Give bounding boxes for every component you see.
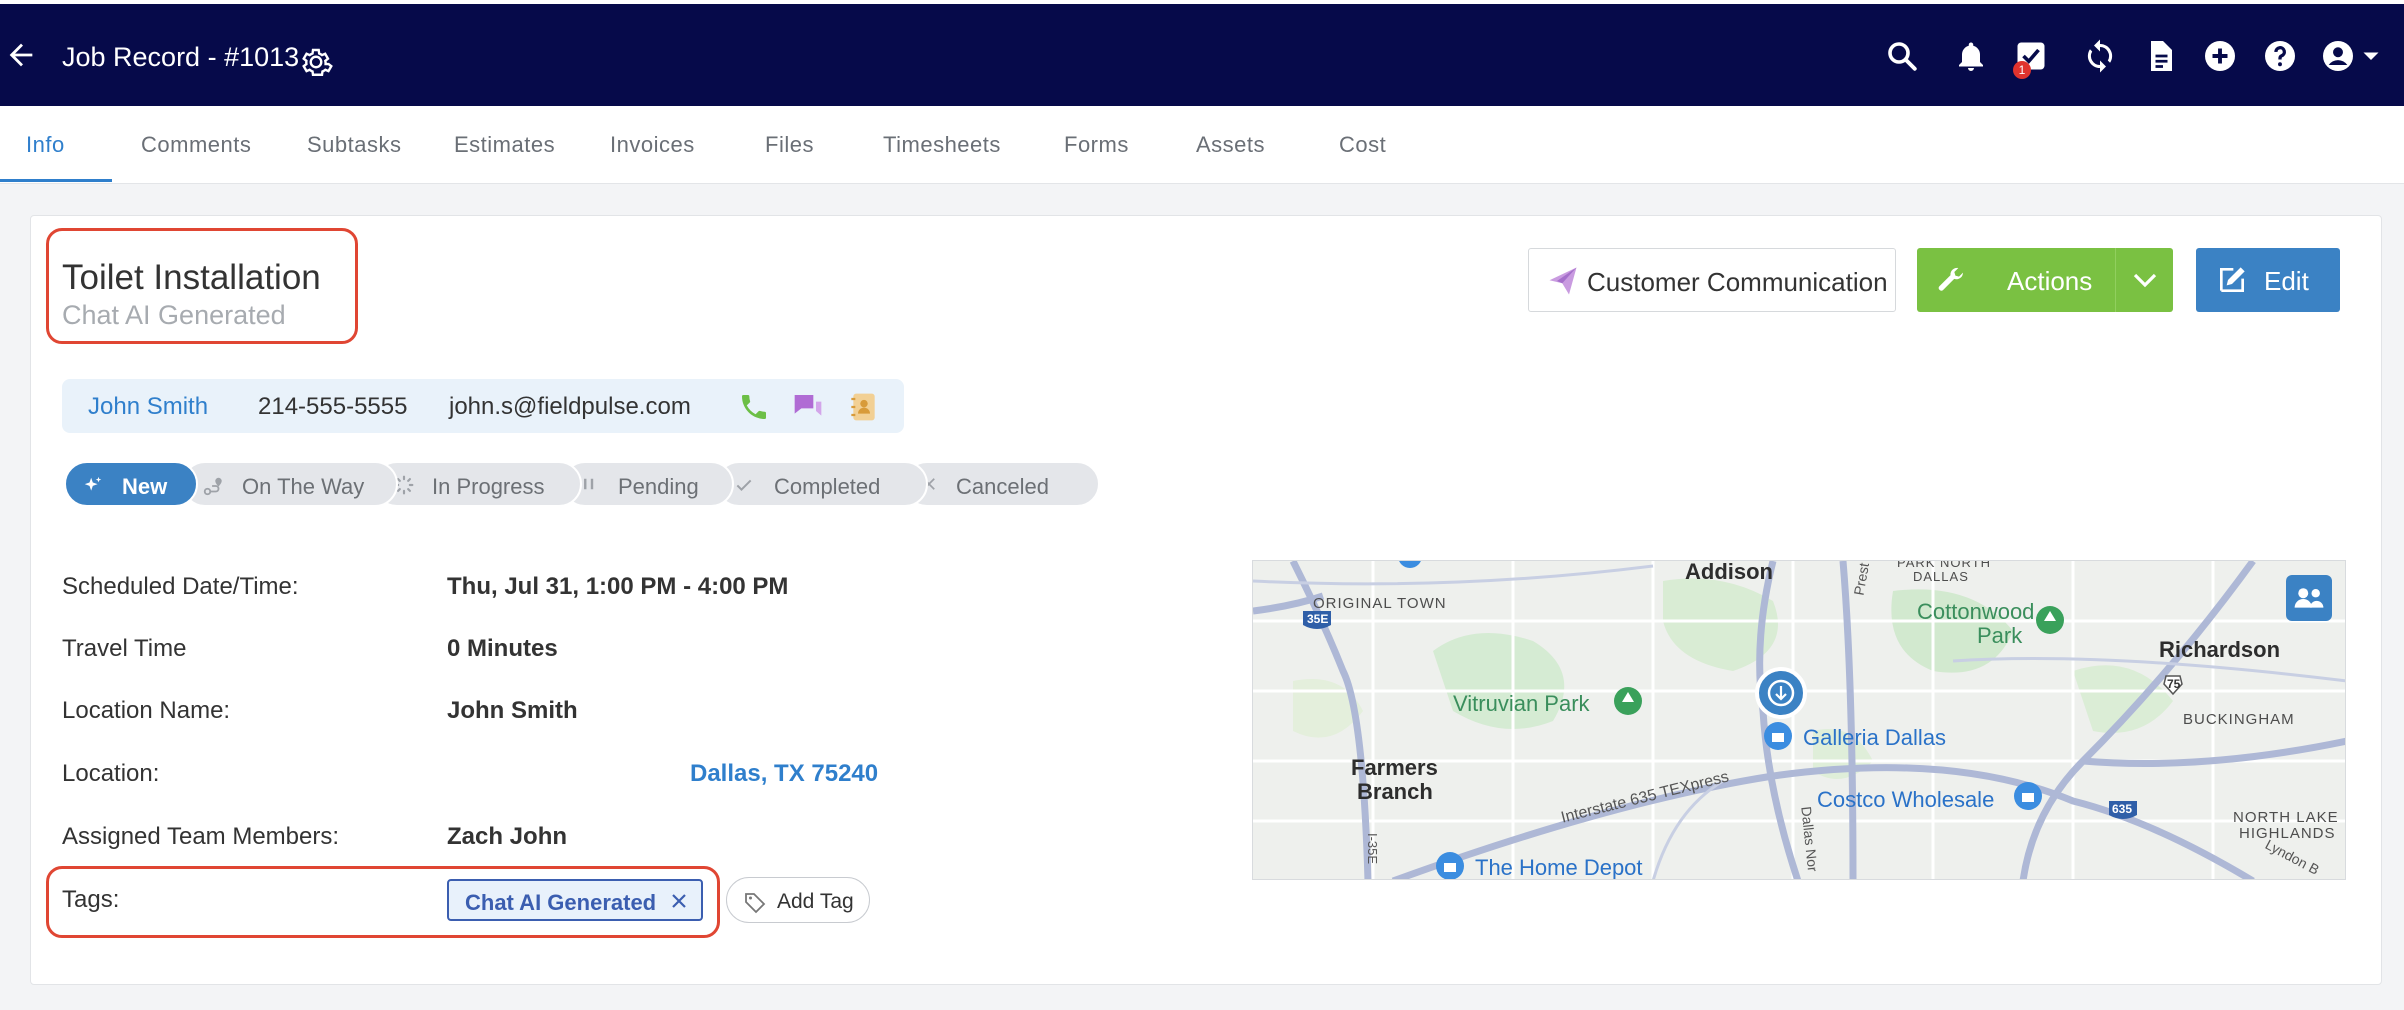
- bell-icon[interactable]: [1953, 38, 1989, 74]
- status-new[interactable]: New: [64, 461, 198, 507]
- tab-info[interactable]: Info: [26, 132, 65, 158]
- contact-phone: 214-555-5555: [258, 393, 408, 420]
- gear-icon[interactable]: [298, 44, 334, 80]
- help-icon[interactable]: [2262, 38, 2298, 74]
- search-icon[interactable]: [1884, 38, 1920, 74]
- scheduled-datetime-label: Scheduled Date/Time:: [62, 573, 299, 600]
- chevron-down-icon[interactable]: [2133, 270, 2157, 290]
- assigned-team-value: Zach John: [447, 823, 568, 850]
- travel-time-value: 0 Minutes: [447, 635, 558, 662]
- active-tab-indicator: [0, 179, 112, 182]
- page-title: Job Record - #1013: [62, 42, 300, 72]
- document-icon[interactable]: [2142, 38, 2178, 74]
- status-pending[interactable]: Pending: [562, 461, 734, 507]
- scheduled-datetime-value: Thu, Jul 31, 1:00 PM - 4:00 PM: [447, 573, 789, 600]
- tab-assets[interactable]: Assets: [1196, 132, 1265, 158]
- tab-estimates[interactable]: Estimates: [454, 132, 555, 158]
- notification-badge: 1: [2013, 61, 2031, 79]
- people-icon: [2294, 588, 2324, 608]
- tab-subtasks[interactable]: Subtasks: [307, 132, 402, 158]
- job-subtitle: Chat AI Generated: [62, 300, 286, 330]
- map-label-richardson: Richardson: [2159, 637, 2281, 662]
- map-label-vitruvian-park: Vitruvian Park: [1453, 691, 1590, 716]
- edit-label: Edit: [2264, 266, 2309, 296]
- map-label-park: Park: [1977, 623, 2023, 648]
- map-label-i35e: I-35E: [1365, 832, 1381, 865]
- sync-icon[interactable]: [2082, 38, 2118, 74]
- add-tag-button[interactable]: Add Tag: [726, 877, 870, 923]
- remove-tag-icon[interactable]: [667, 889, 691, 913]
- location-name-label: Location Name:: [62, 697, 231, 724]
- customer-communication-button[interactable]: Customer Communication: [1528, 248, 1896, 312]
- status-on-the-way[interactable]: On The Way: [182, 461, 398, 507]
- map-label-highlands: HIGHLANDS: [2239, 825, 2336, 842]
- map-label-cottonwood: Cottonwood: [1917, 599, 2035, 624]
- actions-divider: [2115, 248, 2116, 312]
- map-label-home-depot: The Home Depot: [1475, 855, 1643, 880]
- travel-time-label: Travel Time: [62, 635, 187, 662]
- map-label-costco: Costco Wholesale: [1817, 787, 1995, 812]
- paper-plane-icon: [1549, 267, 1577, 295]
- location-map[interactable]: Addison ORIGINAL TOWN PARK NORTH DALLAS …: [1252, 560, 2346, 880]
- add-tag-label: Add Tag: [777, 890, 854, 913]
- status-canceled[interactable]: Canceled: [904, 461, 1100, 507]
- tab-files[interactable]: Files: [765, 132, 814, 158]
- map-shield-635: 635: [2112, 802, 2133, 816]
- pencil-edit-icon: [2220, 267, 2245, 292]
- contact-card-icon[interactable]: [848, 391, 880, 423]
- customer-communication-label: Customer Communication: [1587, 267, 1888, 297]
- checkmark-icon: [736, 479, 752, 491]
- wrench-icon: [1938, 267, 1963, 291]
- map-label-original-town: ORIGINAL TOWN: [1313, 595, 1447, 612]
- map-team-button[interactable]: [2286, 575, 2332, 621]
- map-shield-35e: 35E: [1307, 612, 1329, 626]
- tab-cost[interactable]: Cost: [1339, 132, 1386, 158]
- job-title: Toilet Installation: [62, 258, 321, 297]
- tab-invoices[interactable]: Invoices: [610, 132, 695, 158]
- top-bar: Job Record - #1013 1: [0, 0, 2404, 106]
- actions-button[interactable]: Actions: [1917, 248, 2173, 312]
- map-shield-75: 75: [2167, 677, 2181, 691]
- tab-comments[interactable]: Comments: [141, 132, 251, 158]
- sparkle-icon: [84, 476, 102, 491]
- add-circle-icon[interactable]: [2202, 38, 2238, 74]
- edit-button[interactable]: Edit: [2196, 248, 2340, 312]
- chat-icon[interactable]: [792, 391, 824, 423]
- phone-icon[interactable]: [738, 391, 770, 423]
- map-label-branch: Branch: [1357, 779, 1433, 804]
- status-completed[interactable]: Completed: [716, 461, 928, 507]
- tag-chip-label: Chat AI Generated: [465, 890, 657, 915]
- location-label: Location:: [62, 760, 160, 787]
- back-arrow-icon[interactable]: [4, 38, 38, 72]
- tag-chip: Chat AI Generated: [447, 879, 703, 921]
- tag-icon: [745, 893, 766, 914]
- location-name-value: John Smith: [447, 697, 578, 724]
- pause-icon: [584, 478, 594, 490]
- actions-label: Actions: [2007, 266, 2093, 296]
- tab-bar: Info Comments Subtasks Estimates Invoice…: [0, 106, 2404, 184]
- map-label-dallas-small: DALLAS: [1913, 569, 1969, 584]
- location-link[interactable]: Dallas, TX 75240: [690, 760, 878, 788]
- map-label-galleria-dallas: Galleria Dallas: [1803, 725, 1947, 750]
- contact-email: john.s@fieldpulse.com: [449, 393, 691, 420]
- tab-timesheets[interactable]: Timesheets: [883, 132, 1001, 158]
- tags-label: Tags:: [62, 886, 120, 913]
- map-label-addison: Addison: [1685, 560, 1773, 584]
- map-label-farmers: Farmers: [1351, 755, 1438, 780]
- user-account-icon[interactable]: [2320, 38, 2356, 74]
- contact-strip: John Smith 214-555-5555 john.s@fieldpuls…: [62, 379, 904, 433]
- map-label-north-lake: NORTH LAKE: [2233, 809, 2339, 826]
- contact-name-link[interactable]: John Smith: [88, 393, 208, 421]
- map-label-buckingham: BUCKINGHAM: [2183, 711, 2295, 728]
- status-in-progress[interactable]: In Progress: [374, 461, 582, 507]
- tab-forms[interactable]: Forms: [1064, 132, 1129, 158]
- chevron-down-icon[interactable]: [2362, 50, 2380, 64]
- assigned-team-label: Assigned Team Members:: [62, 823, 340, 850]
- route-icon: [203, 477, 222, 496]
